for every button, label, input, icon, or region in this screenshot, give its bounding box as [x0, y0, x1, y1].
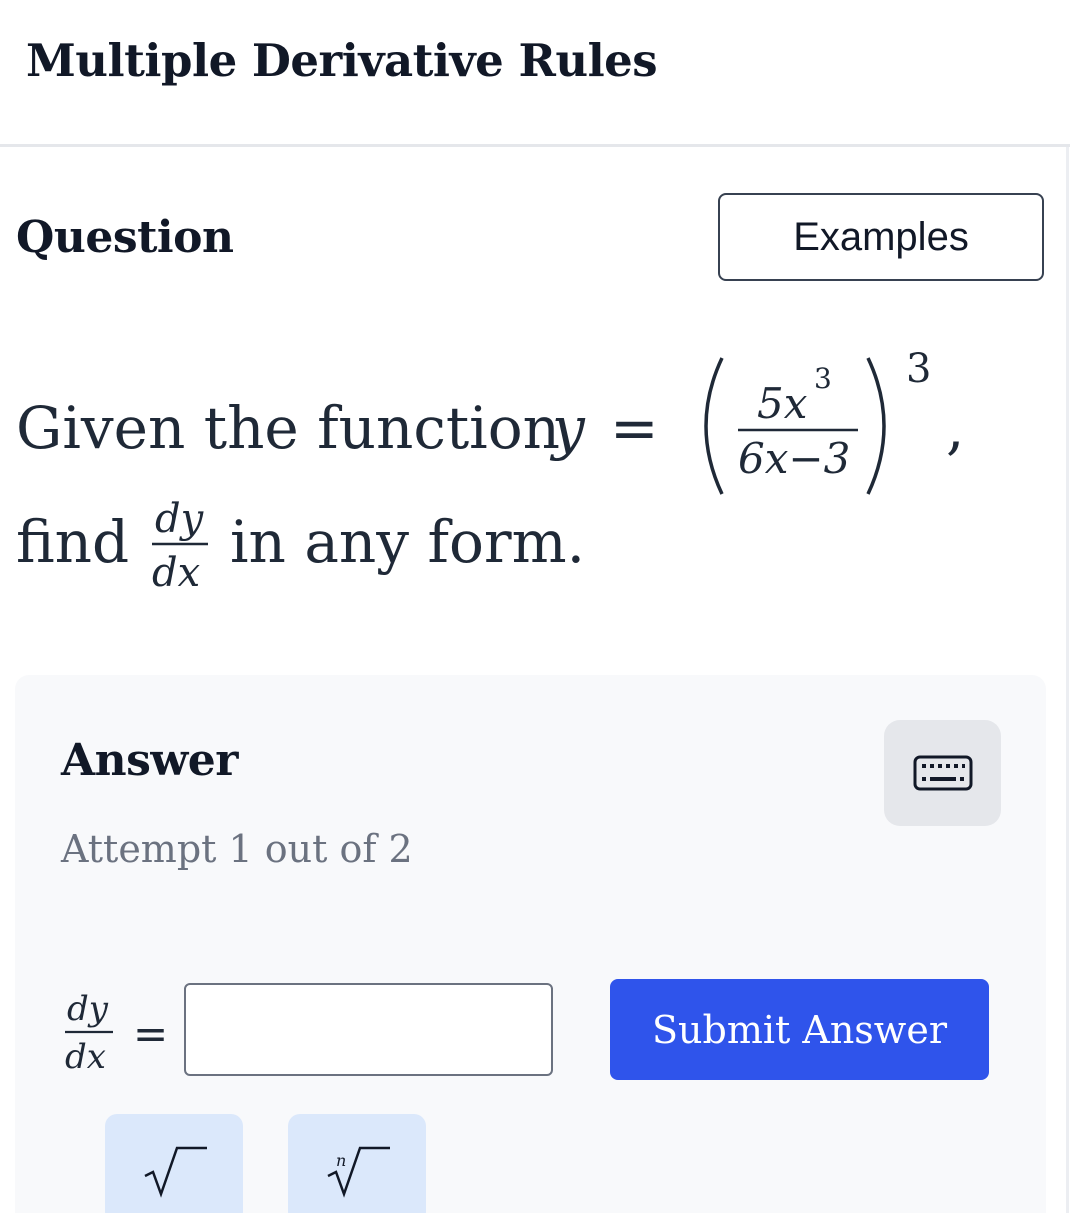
answer-heading: Answer	[61, 735, 238, 786]
question-text: Given the function y = 5x 3 6x−3 3 , fin…	[16, 346, 964, 596]
nth-root-icon: n	[327, 1146, 390, 1198]
right-divider	[1066, 147, 1069, 1213]
square-root-icon	[144, 1146, 207, 1198]
function-trailing-comma: ,	[946, 394, 964, 462]
page-title: Multiple Derivative Rules	[26, 34, 658, 87]
answer-input[interactable]	[184, 983, 553, 1076]
function-numerator: 5x	[757, 379, 808, 428]
top-bar: Multiple Derivative Rules	[0, 0, 1070, 147]
page: Multiple Derivative Rules Question Examp…	[0, 0, 1070, 1213]
answer-lhs: dy dx =	[65, 989, 168, 1077]
answer-equals: =	[133, 1009, 168, 1058]
svg-text:n: n	[336, 1151, 346, 1170]
derivative-numerator: dy	[155, 496, 205, 542]
question-heading: Question	[16, 212, 234, 263]
left-paren	[704, 357, 724, 495]
submit-answer-button[interactable]: Submit Answer	[610, 979, 989, 1080]
derivative-denominator: dx	[152, 550, 200, 596]
right-paren	[866, 357, 886, 495]
function-lhs: y	[549, 394, 586, 462]
answer-lhs-numerator: dy	[67, 989, 109, 1029]
function-denominator: 6x−3	[738, 434, 850, 483]
nth-root-button[interactable]: n	[288, 1114, 426, 1213]
keyboard-icon	[913, 755, 972, 791]
keyboard-toggle-button[interactable]	[884, 720, 1001, 826]
question-text-end: in any form.	[230, 508, 585, 576]
attempt-counter: Attempt 1 out of 2	[61, 827, 413, 871]
function-numerator-exponent: 3	[814, 362, 832, 395]
answer-lhs-denominator: dx	[65, 1037, 106, 1077]
function-equals: =	[610, 394, 659, 462]
square-root-button[interactable]	[105, 1114, 243, 1213]
function-outer-exponent: 3	[906, 346, 931, 392]
answer-panel: Answer Attempt 1 out of 2 dy dx = Submit	[15, 675, 1046, 1213]
question-text-find: find	[16, 508, 129, 576]
question-text-start: Given the function	[16, 394, 560, 462]
examples-button[interactable]: Examples	[718, 193, 1044, 281]
